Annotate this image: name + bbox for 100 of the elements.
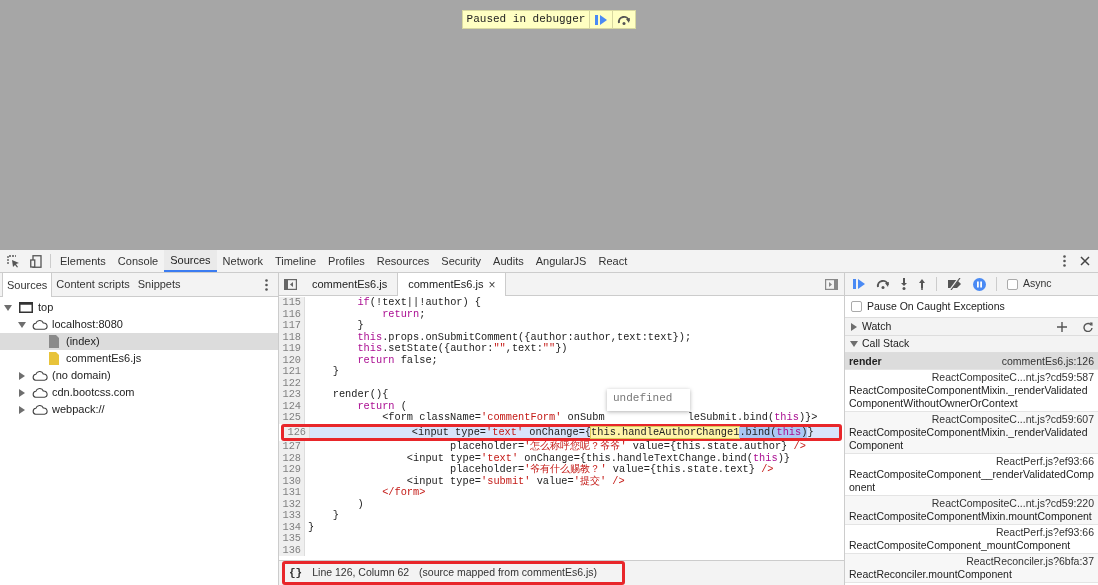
panel-tab[interactable]: Audits <box>487 250 530 272</box>
frame-location: ReactCompositeC...nt.js?cd59:587 <box>930 371 1094 384</box>
deactivate-breakpoints-icon[interactable] <box>947 278 963 290</box>
cloud-icon <box>31 404 48 415</box>
pretty-print-button[interactable]: {} <box>289 564 303 582</box>
line-number: 129 <box>279 464 305 476</box>
code-token: .props.onSubmitComment({author:author,text:text}); <box>382 331 692 343</box>
code-token: value={this.state.author} <box>631 441 789 453</box>
code-token: 'text' <box>481 452 519 464</box>
resume-icon[interactable] <box>852 278 866 290</box>
toggle-debugger-icon[interactable] <box>825 278 838 290</box>
checkbox-label: Pause On Caught Exceptions <box>867 298 1005 314</box>
panel-tab[interactable]: AngularJS <box>529 250 593 272</box>
frame-function: ReactReconciler.mountComponent <box>849 568 1013 581</box>
navigator-tab[interactable]: Content scripts <box>52 273 134 296</box>
line-number: 119 <box>279 343 305 355</box>
section-title: Watch <box>862 318 892 334</box>
panel-tab[interactable]: Timeline <box>268 250 323 272</box>
code-token: return <box>381 308 420 320</box>
code-token: value={this.state.text} <box>611 464 756 476</box>
call-frame[interactable]: ReactCompositeC...nt.js?cd59:587 ReactCompositeComponentMixin._renderValidatedComponentWithoutOwnerOrContext <box>845 370 1098 412</box>
code-token: return <box>356 400 395 412</box>
panel-tab[interactable]: Sources <box>164 250 217 272</box>
call-frame[interactable]: ReactCompositeC...nt.js?cd59:220 ReactCompositeComponentMixin.mountComponent <box>845 496 1098 525</box>
tree-item[interactable]: (index) <box>0 333 278 350</box>
panel-tab[interactable]: Profiles <box>322 250 371 272</box>
panel-tab[interactable]: Security <box>435 250 488 272</box>
call-frame[interactable]: ReactReconciler.js?6bfa:37 ReactReconciler.mountComponent <box>845 554 1098 583</box>
frame-location: ReactPerf.js?ef93:66 <box>994 526 1094 539</box>
code-token: '怎么称呼您呢？爷爷' <box>524 441 627 453</box>
call-stack-header[interactable]: Call Stack <box>845 336 1098 353</box>
add-icon[interactable] <box>1057 321 1067 332</box>
navigator-tab[interactable]: Sources <box>2 273 53 297</box>
code-token: <input type= <box>405 452 482 464</box>
step-over-icon[interactable] <box>876 279 890 289</box>
code-token: } <box>331 510 339 522</box>
tree-item[interactable]: commentEs6.js <box>0 350 278 367</box>
code-token: )}> <box>798 412 818 424</box>
navigator-tab[interactable]: Snippets <box>133 273 185 296</box>
script-file-icon <box>48 352 59 365</box>
step-into-icon[interactable] <box>900 278 908 290</box>
code-token: onChange={this.handleTextChange.bind( <box>523 452 753 464</box>
code-token: onSubm <box>566 412 605 424</box>
code-token: placeholder= <box>449 464 525 476</box>
file-tab[interactable]: commentEs6.js × <box>397 273 507 296</box>
code-token: ,text: <box>505 343 543 355</box>
frame-function: ReactCompositeComponentMixin.mountComponent <box>849 510 1093 523</box>
code-token: (!text||!author) { <box>369 297 482 309</box>
refresh-icon[interactable] <box>1083 321 1093 332</box>
call-frame[interactable]: ReactCompositeC...nt.js?cd59:607 ReactCompositeComponentMixin._renderValidatedComponent <box>845 412 1098 454</box>
line-number: 133 <box>279 510 305 522</box>
step-out-icon[interactable] <box>918 278 926 290</box>
tree-item[interactable]: localhost:8080 <box>0 316 278 333</box>
code-token: this <box>774 412 799 424</box>
section-title: Call Stack <box>862 336 910 352</box>
panel-tab[interactable]: Network <box>216 250 269 272</box>
pause-on-caught-checkbox[interactable] <box>851 301 862 312</box>
tree-item[interactable]: cdn.bootcss.com <box>0 384 278 401</box>
toggle-navigator-icon[interactable] <box>284 278 297 290</box>
call-frame[interactable]: render commentEs6.js:126 <box>845 353 1098 370</box>
inspect-icon[interactable] <box>7 254 20 268</box>
code-token: .bind( <box>739 426 777 438</box>
resume-icon[interactable] <box>594 13 609 26</box>
call-frame[interactable]: ReactPerf.js?ef93:66 ReactCompositeComponent__renderValidatedComponent <box>845 454 1098 496</box>
panel-tab[interactable]: Elements <box>54 250 112 272</box>
code-token: }) <box>555 343 568 355</box>
frame-location: ReactPerf.js?ef93:66 <box>994 455 1094 468</box>
call-frame[interactable]: ReactPerf.js?ef93:66 ReactCompositeComponent_mountComponent <box>845 525 1098 554</box>
panel-tab[interactable]: Console <box>111 250 165 272</box>
line-number: 115 <box>279 297 305 309</box>
panel-tab[interactable]: React <box>592 250 634 272</box>
code-token: if <box>356 297 370 309</box>
code-token: /> <box>761 464 774 476</box>
code-token: ; <box>419 308 426 320</box>
code-token: 'text' <box>486 426 524 438</box>
more-options-icon[interactable] <box>265 278 268 291</box>
more-options-icon[interactable] <box>1063 255 1066 267</box>
code-token: )} <box>777 452 790 464</box>
file-tab[interactable]: commentEs6.js <box>302 273 398 295</box>
code-token: placeholder= <box>449 441 525 453</box>
tree-item[interactable]: (no domain) <box>0 367 278 384</box>
tree-item[interactable]: webpack:// <box>0 401 278 418</box>
code-token: this <box>356 343 383 355</box>
pause-on-exceptions-icon[interactable] <box>973 277 986 291</box>
code-token: render(){ <box>331 389 389 401</box>
cloud-icon <box>31 370 48 381</box>
code-token: <form className= <box>381 412 482 424</box>
device-icon[interactable] <box>30 254 43 268</box>
code-token: this <box>752 452 778 464</box>
close-icon[interactable] <box>1080 256 1090 266</box>
code-token: } <box>331 366 339 378</box>
code-token: ) <box>801 426 808 438</box>
step-over-icon[interactable] <box>617 14 632 25</box>
panel-tab[interactable]: Resources <box>370 250 436 272</box>
tab-close[interactable]: × <box>488 275 496 294</box>
code-token: .setState({author: <box>382 343 494 355</box>
tree-item[interactable]: top <box>0 299 278 316</box>
frame-location: ReactCompositeC...nt.js?cd59:220 <box>930 497 1094 510</box>
async-checkbox[interactable] <box>1007 278 1018 290</box>
watch-header[interactable]: Watch <box>845 318 1098 336</box>
